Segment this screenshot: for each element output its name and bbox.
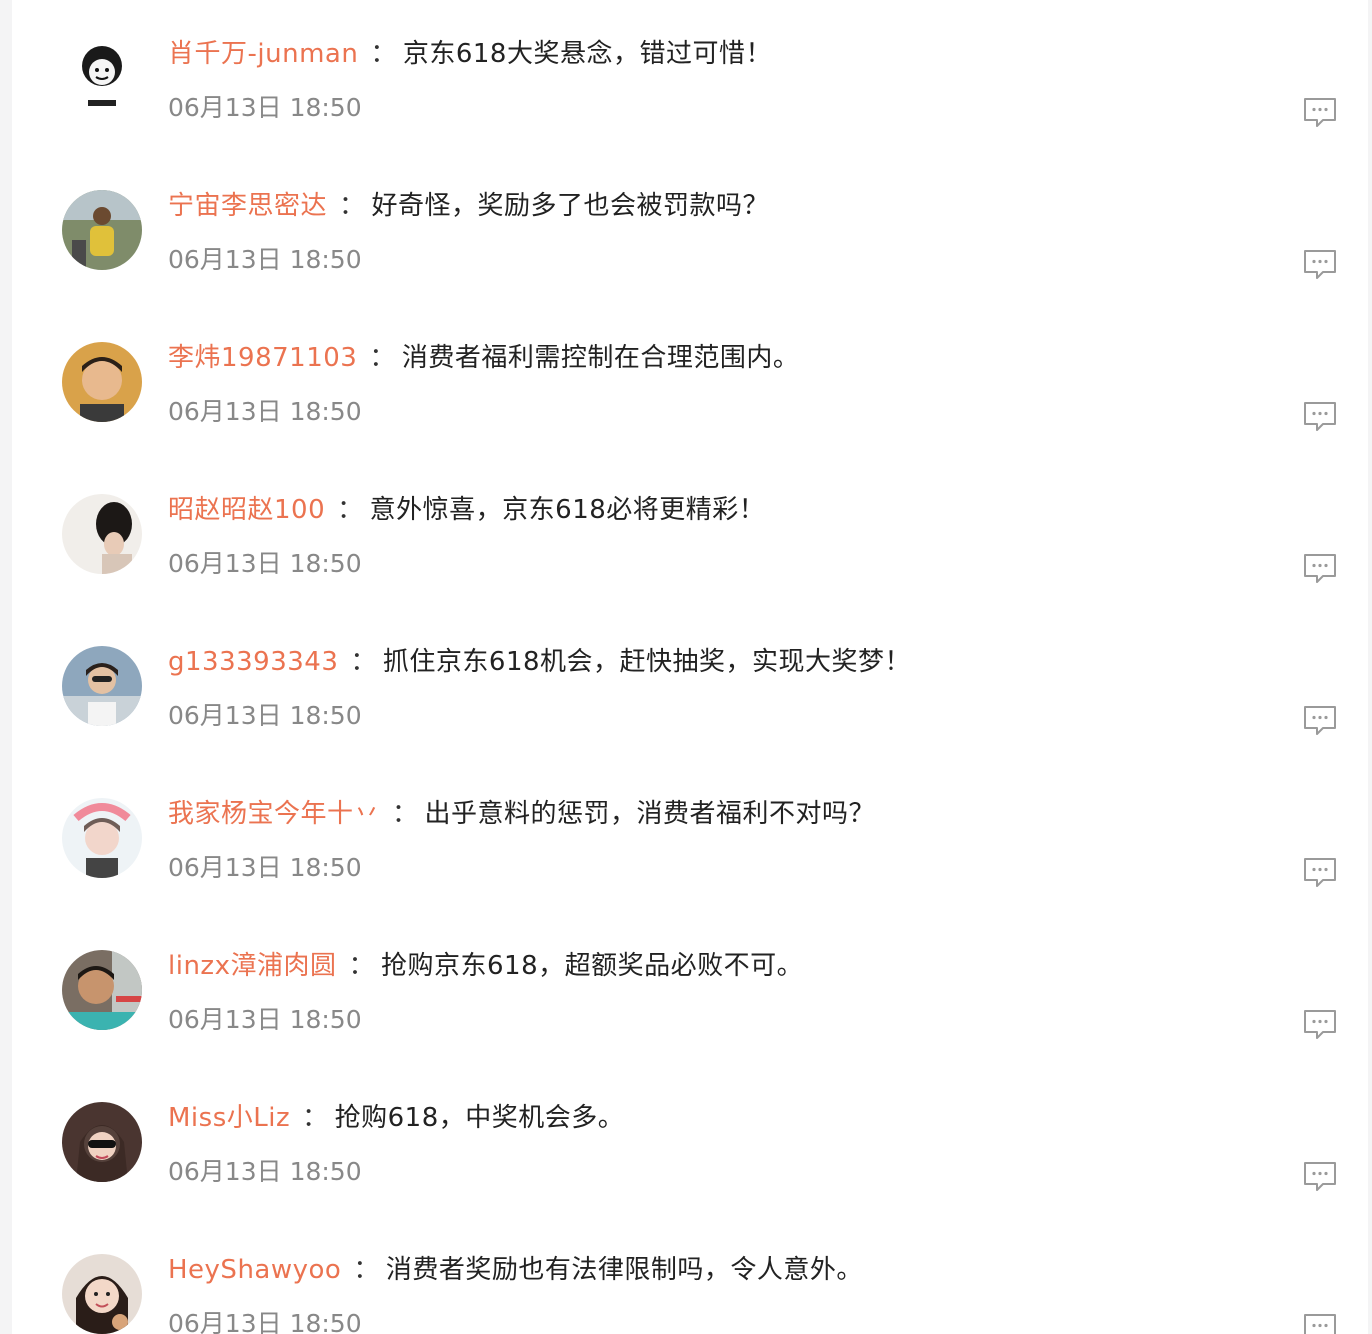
username-link[interactable]: 李炜19871103 <box>168 343 357 373</box>
comment-bubble-icon <box>1304 1314 1336 1334</box>
comment-text: 消费者奖励也有法律限制吗，令人意外。 <box>385 1255 863 1285</box>
avatar[interactable] <box>62 1254 142 1334</box>
avatar[interactable] <box>62 494 142 574</box>
username-link[interactable]: 肖千万-junman <box>168 39 358 69</box>
username-link[interactable]: g133393343 <box>168 647 338 677</box>
comment-bubble-icon <box>1304 402 1336 431</box>
comment-item: linzx漳浦肉圆 ：抢购京东618，超额奖品必败不可。 06月13日 18:50 <box>12 912 1368 1064</box>
comment-text: 好奇怪，奖励多了也会被罚款吗？ <box>371 191 770 221</box>
reply-button[interactable] <box>1302 1160 1338 1194</box>
avatar[interactable] <box>62 190 142 270</box>
comment-text: 抢购618，中奖机会多。 <box>334 1103 625 1133</box>
timestamp: 06月13日 18:50 <box>168 1157 362 1186</box>
username-link[interactable]: HeyShawyoo <box>168 1255 341 1285</box>
comment-item: 我家杨宝今年十丷 ：出乎意料的惩罚，消费者福利不对吗？ 06月13日 18:50 <box>12 760 1368 912</box>
colon: ： <box>370 39 397 69</box>
username-link[interactable]: 昭赵昭赵100 <box>168 495 325 525</box>
timestamp: 06月13日 18:50 <box>168 701 362 730</box>
comment-item: Miss小Liz ：抢购618，中奖机会多。 06月13日 18:50 <box>12 1064 1368 1216</box>
comment-bubble-icon <box>1304 1162 1336 1191</box>
comment-item: 宁宙李思密达 ：好奇怪，奖励多了也会被罚款吗？ 06月13日 18:50 <box>12 152 1368 304</box>
avatar[interactable] <box>62 950 142 1030</box>
comment-text: 抓住京东618机会，赶快抽奖，实现大奖梦！ <box>382 647 912 677</box>
comment-bubble-icon <box>1304 98 1336 127</box>
username-link[interactable]: linzx漳浦肉圆 <box>168 951 336 981</box>
comment-item: 肖千万-junman ：京东618大奖悬念，错过可惜！ 06月13日 18:50 <box>12 0 1368 152</box>
reply-button[interactable] <box>1302 1008 1338 1042</box>
comment-bubble-icon <box>1304 1010 1336 1039</box>
colon: ： <box>369 343 396 373</box>
comment-text: 抢购京东618，超额奖品必败不可。 <box>380 951 804 981</box>
comment-item: HeyShawyoo ：消费者奖励也有法律限制吗，令人意外。 06月13日 18:… <box>12 1216 1368 1334</box>
username-link[interactable]: 我家杨宝今年十丷 <box>168 799 380 829</box>
timestamp: 06月13日 18:50 <box>168 1005 362 1034</box>
comment-bubble-icon <box>1304 706 1336 735</box>
comment-list: 肖千万-junman：京东618大奖悬念，错过可惜！ 06月13日 18:50 … <box>12 0 1368 1334</box>
username-link[interactable]: 宁宙李思密达 <box>168 191 327 221</box>
colon: ： <box>337 495 364 525</box>
comment-item: 昭赵昭赵100 ：意外惊喜，京东618必将更精彩！ 06月13日 18:50 <box>12 456 1368 608</box>
avatar[interactable] <box>62 38 142 118</box>
reply-button[interactable] <box>1302 400 1338 434</box>
comment-text: 消费者福利需控制在合理范围内。 <box>401 343 800 373</box>
timestamp: 06月13日 18:50 <box>168 397 362 426</box>
timestamp: 06月13日 18:50 <box>168 93 362 122</box>
reply-button[interactable] <box>1302 1312 1338 1334</box>
avatar[interactable] <box>62 1102 142 1182</box>
colon: ： <box>339 191 366 221</box>
reply-button[interactable] <box>1302 96 1338 130</box>
comment-bubble-icon <box>1304 858 1336 887</box>
colon: ： <box>350 647 377 677</box>
reply-button[interactable] <box>1302 552 1338 586</box>
reply-button[interactable] <box>1302 704 1338 738</box>
comment-text: 意外惊喜，京东618必将更精彩！ <box>369 495 766 525</box>
reply-button[interactable] <box>1302 248 1338 282</box>
comment-item: 李炜19871103 ：消费者福利需控制在合理范围内。 06月13日 18:50 <box>12 304 1368 456</box>
comment-text: 京东618大奖悬念，错过可惜！ <box>402 39 772 69</box>
timestamp: 06月13日 18:50 <box>168 853 362 882</box>
colon: ： <box>353 1255 380 1285</box>
reply-button[interactable] <box>1302 856 1338 890</box>
timestamp: 06月13日 18:50 <box>168 1309 362 1334</box>
colon: ： <box>302 1103 329 1133</box>
comment-bubble-icon <box>1304 554 1336 583</box>
colon: ： <box>392 799 419 829</box>
comment-text: 出乎意料的惩罚，消费者福利不对吗？ <box>424 799 876 829</box>
avatar[interactable] <box>62 342 142 422</box>
avatar[interactable] <box>62 798 142 878</box>
comment-item: g133393343 ：抓住京东618机会，赶快抽奖，实现大奖梦！ 06月13日 … <box>12 608 1368 760</box>
timestamp: 06月13日 18:50 <box>168 245 362 274</box>
avatar[interactable] <box>62 646 142 726</box>
colon: ： <box>348 951 375 981</box>
comment-bubble-icon <box>1304 250 1336 279</box>
username-link[interactable]: Miss小Liz <box>168 1103 290 1133</box>
timestamp: 06月13日 18:50 <box>168 549 362 578</box>
